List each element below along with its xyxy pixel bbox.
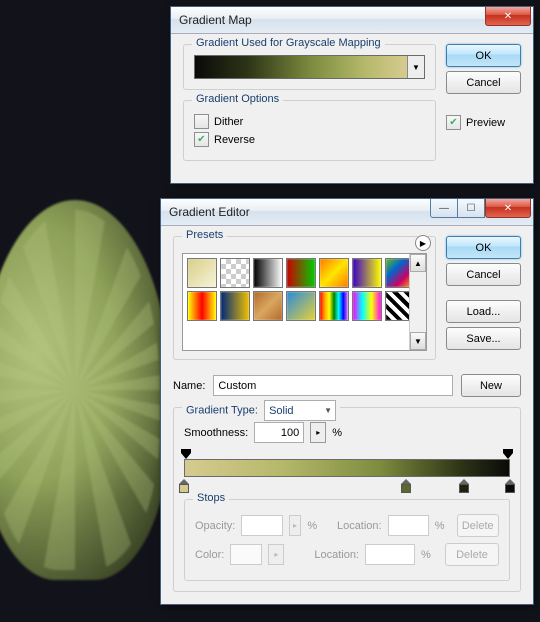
color-popup-icon: ▸ — [268, 544, 284, 565]
opacity-stop[interactable] — [181, 449, 191, 459]
color-stop[interactable] — [179, 479, 189, 493]
gradient-track — [184, 459, 510, 477]
preset-swatch[interactable] — [286, 258, 316, 288]
gradient-map-title: Gradient Map — [179, 13, 252, 27]
preset-swatch[interactable] — [286, 291, 316, 321]
presets-label: Presets — [182, 229, 227, 241]
gradient-options-group: Gradient Options Dither ✔ Reverse — [183, 100, 436, 161]
minimize-icon[interactable]: — — [430, 199, 458, 218]
gradient-type-group: Gradient Type: Solid Smoothness: 100 ▸ %… — [173, 407, 521, 592]
color-label: Color: — [195, 549, 224, 561]
opacity-popup-icon: ▸ — [289, 515, 302, 536]
percent-label: % — [332, 427, 342, 439]
opacity-location-input — [388, 515, 429, 536]
smoothness-popup-icon[interactable]: ▸ — [310, 422, 326, 443]
delete-opacity-button: Delete — [457, 514, 499, 537]
reverse-label: Reverse — [214, 134, 255, 146]
ok-button[interactable]: OK — [446, 236, 521, 259]
preset-swatch[interactable] — [319, 258, 349, 288]
stops-group: Stops Opacity: ▸ % Location: % Delete Co… — [184, 499, 510, 581]
grayscale-mapping-label: Gradient Used for Grayscale Mapping — [192, 37, 385, 49]
load-button[interactable]: Load... — [446, 300, 521, 323]
gradient-map-dialog: Gradient Map ✕ Gradient Used for Graysca… — [170, 6, 534, 184]
opacity-label: Opacity: — [195, 520, 235, 532]
opacity-input — [241, 515, 282, 536]
smoothness-label: Smoothness: — [184, 427, 248, 439]
delete-color-button: Delete — [445, 543, 499, 566]
location-label: Location: — [337, 520, 382, 532]
dither-label: Dither — [214, 116, 243, 128]
maximize-icon[interactable]: ☐ — [458, 199, 485, 218]
gradient-editor-dialog: Gradient Editor — ☐ ✕ Presets ▶ ▲ ▼ — [160, 198, 534, 605]
gradient-dropdown-icon[interactable]: ▼ — [407, 56, 424, 78]
preset-swatch[interactable] — [319, 291, 349, 321]
new-button[interactable]: New — [461, 374, 521, 397]
preview-checkbox[interactable]: ✔ Preview — [446, 115, 521, 130]
close-icon[interactable]: ✕ — [485, 7, 531, 26]
color-stop[interactable] — [459, 479, 469, 493]
percent-label: % — [307, 520, 317, 532]
color-location-input — [365, 544, 415, 565]
smoothness-input[interactable]: 100 — [254, 422, 304, 443]
name-label: Name: — [173, 380, 205, 392]
preview-label: Preview — [466, 117, 505, 129]
gradient-preview — [195, 56, 407, 78]
preset-swatch[interactable] — [220, 258, 250, 288]
cancel-button[interactable]: Cancel — [446, 263, 521, 286]
gradient-editor-title: Gradient Editor — [169, 205, 250, 219]
name-input[interactable]: Custom — [213, 375, 453, 396]
preset-swatch[interactable] — [253, 291, 283, 321]
preset-swatch[interactable] — [352, 291, 382, 321]
gradient-map-titlebar[interactable]: Gradient Map ✕ — [171, 7, 533, 34]
preset-swatch[interactable] — [187, 291, 217, 321]
close-icon[interactable]: ✕ — [485, 199, 531, 218]
scroll-up-icon[interactable]: ▲ — [410, 254, 426, 272]
percent-label: % — [435, 520, 445, 532]
gradient-options-label: Gradient Options — [192, 93, 283, 105]
checkbox-icon: ✔ — [446, 115, 461, 130]
background-ornament — [0, 200, 170, 580]
save-button[interactable]: Save... — [446, 327, 521, 350]
cancel-button[interactable]: Cancel — [446, 71, 521, 94]
preset-swatch[interactable] — [187, 258, 217, 288]
opacity-stop[interactable] — [503, 449, 513, 459]
checkbox-icon: ✔ — [194, 132, 209, 147]
gradient-editor-titlebar[interactable]: Gradient Editor — ☐ ✕ — [161, 199, 533, 226]
color-stop[interactable] — [505, 479, 515, 493]
preset-swatch[interactable] — [253, 258, 283, 288]
scroll-down-icon[interactable]: ▼ — [410, 332, 426, 350]
location-label: Location: — [314, 549, 359, 561]
checkbox-icon — [194, 114, 209, 129]
dither-checkbox[interactable]: Dither — [194, 114, 425, 129]
ok-button[interactable]: OK — [446, 44, 521, 67]
preset-list: ▲ ▼ — [182, 253, 427, 351]
gradient-type-label: Gradient Type: — [186, 405, 258, 417]
reverse-checkbox[interactable]: ✔ Reverse — [194, 132, 425, 147]
gradient-preview-bar[interactable]: ▼ — [194, 55, 425, 79]
stops-label: Stops — [193, 492, 229, 504]
preset-scrollbar[interactable]: ▲ ▼ — [409, 254, 426, 350]
percent-label: % — [421, 549, 431, 561]
scroll-track[interactable] — [410, 272, 426, 332]
gradient-slider[interactable] — [184, 453, 510, 481]
gradient-type-select[interactable]: Solid — [264, 400, 336, 421]
grayscale-mapping-group: Gradient Used for Grayscale Mapping ▼ — [183, 44, 436, 90]
presets-group: Presets ▶ ▲ ▼ — [173, 236, 436, 360]
presets-menu-icon[interactable]: ▶ — [415, 235, 431, 251]
preset-swatch[interactable] — [352, 258, 382, 288]
preset-swatch[interactable] — [220, 291, 250, 321]
color-stop[interactable] — [401, 479, 411, 493]
color-well — [230, 544, 262, 565]
